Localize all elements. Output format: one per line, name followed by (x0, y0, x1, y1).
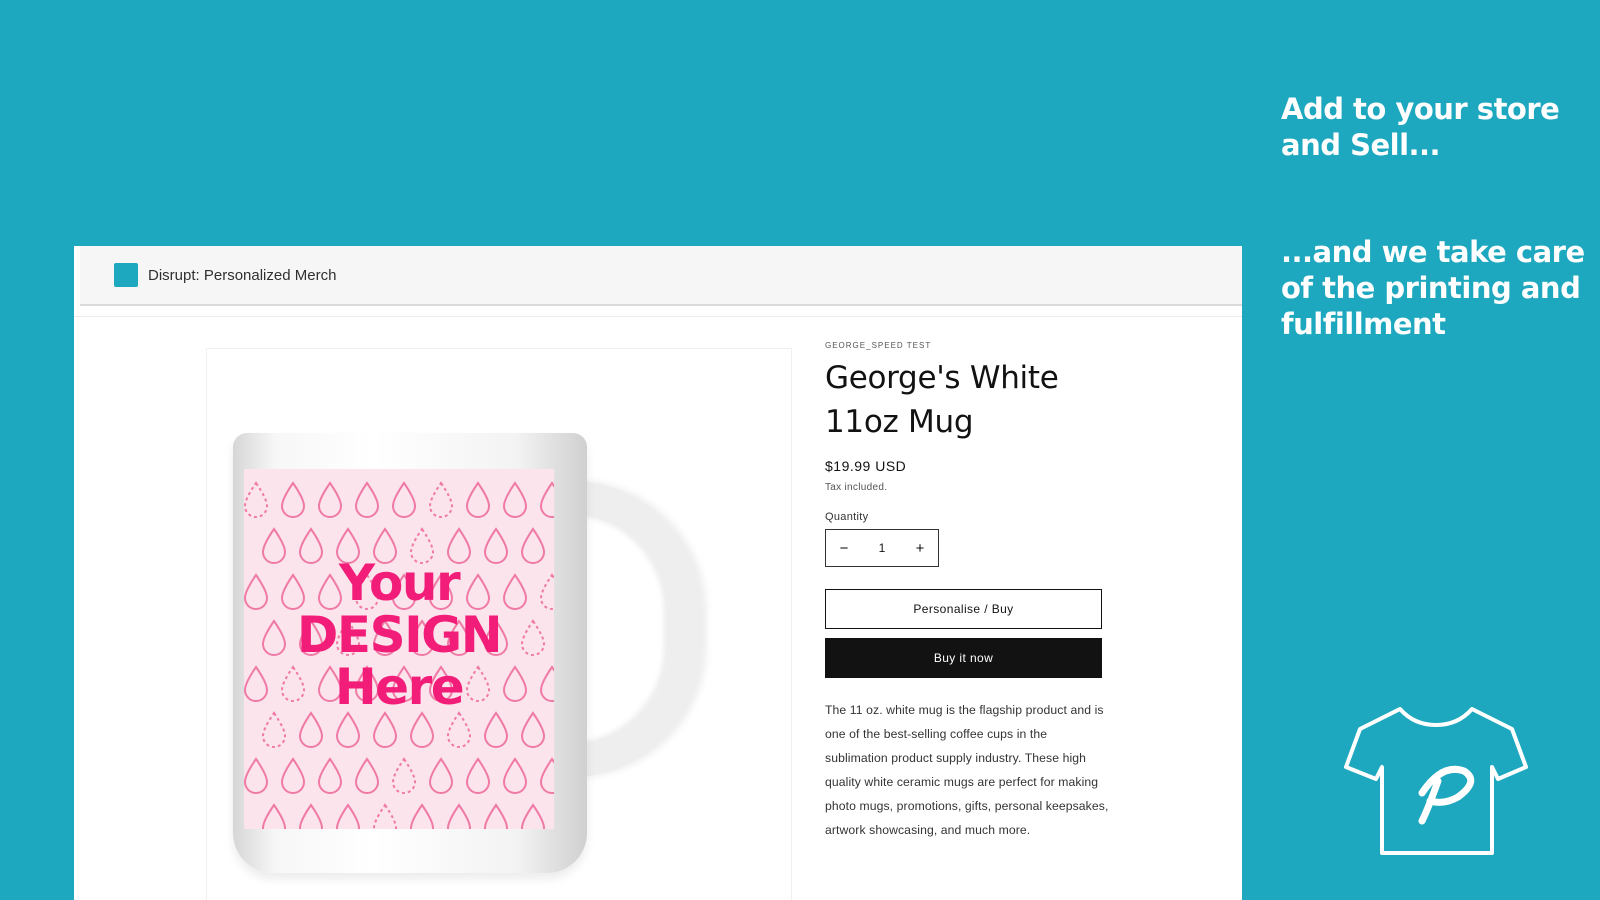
droplet-mark (298, 711, 324, 748)
design-text-line: Here (334, 658, 465, 716)
tshirt-p-logo-icon (1344, 707, 1528, 855)
app-header: Disrupt: Personalized Merch (80, 246, 1242, 306)
droplet-mark (391, 757, 417, 794)
store-window: Disrupt: Personalized Merch Your DESIGN … (74, 246, 1242, 900)
droplet-mark (465, 757, 491, 794)
droplet-mark (391, 481, 417, 518)
tax-note: Tax included. (825, 482, 888, 493)
droplet-mark (317, 757, 343, 794)
droplet-mark (539, 481, 554, 518)
header-divider (74, 306, 1242, 317)
droplet-mark (372, 711, 398, 748)
promo-tagline-1-line: and Sell... (1281, 128, 1441, 162)
droplet-mark (280, 481, 306, 518)
droplet-mark (502, 481, 528, 518)
droplet-mark (539, 757, 554, 794)
droplet-mark (483, 803, 509, 829)
personalise-buy-button[interactable]: Personalise / Buy (825, 589, 1102, 629)
promo-tagline-2-line: fulfillment (1281, 307, 1446, 341)
quantity-label: Quantity (825, 511, 869, 523)
droplet-mark (446, 803, 472, 829)
product-price: $19.99 USD (825, 458, 907, 474)
droplet-mark (335, 803, 361, 829)
droplet-mark (428, 481, 454, 518)
droplet-mark (465, 481, 491, 518)
droplet-mark (261, 803, 287, 829)
droplet-mark (354, 481, 380, 518)
app-icon (114, 263, 138, 287)
design-placeholder-text: Your DESIGN Here (244, 557, 554, 713)
droplet-mark (244, 757, 269, 794)
droplet-mark (354, 757, 380, 794)
quantity-decrement-button[interactable]: − (826, 540, 862, 557)
droplet-mark (483, 711, 509, 748)
quantity-increment-button[interactable]: + (902, 540, 938, 557)
quantity-input[interactable]: 1 (879, 541, 886, 555)
droplet-mark (409, 711, 435, 748)
droplet-mark (317, 481, 343, 518)
product-vendor: GEORGE_SPEED TEST (825, 341, 932, 350)
buy-it-now-button[interactable]: Buy it now (825, 638, 1102, 678)
product-description: The 11 oz. white mug is the flagship pro… (825, 703, 1109, 837)
product-image[interactable]: Your DESIGN Here (206, 348, 792, 900)
promo-tagline-1: Add to your store and Sell... (1281, 91, 1560, 163)
droplet-mark (335, 711, 361, 748)
product-title: George's White 11oz Mug (825, 360, 1059, 440)
promo-tagline-2-line: of the printing and (1281, 271, 1581, 305)
promo-tagline-1-line: Add to your store (1281, 92, 1560, 126)
droplet-mark (261, 711, 287, 748)
droplet-mark (520, 711, 546, 748)
droplet-mark (409, 803, 435, 829)
quantity-stepper: − 1 + (825, 529, 939, 567)
droplet-mark (280, 757, 306, 794)
droplet-mark (372, 803, 398, 829)
droplet-mark (244, 481, 269, 518)
droplet-mark (502, 757, 528, 794)
product-info: GEORGE_SPEED TEST George's White 11oz Mu… (825, 341, 1115, 842)
mug-design-wrap: Your DESIGN Here (244, 469, 554, 829)
droplet-mark (298, 803, 324, 829)
app-title[interactable]: Disrupt: Personalized Merch (148, 267, 336, 284)
droplet-mark (428, 757, 454, 794)
promo-tagline-2: ...and we take care of the printing and … (1281, 234, 1585, 342)
design-text-line: Your (338, 554, 461, 612)
droplet-mark (520, 803, 546, 829)
promo-tagline-2-line: ...and we take care (1281, 235, 1585, 269)
droplet-mark (446, 711, 472, 748)
design-text-line: DESIGN (296, 606, 503, 664)
